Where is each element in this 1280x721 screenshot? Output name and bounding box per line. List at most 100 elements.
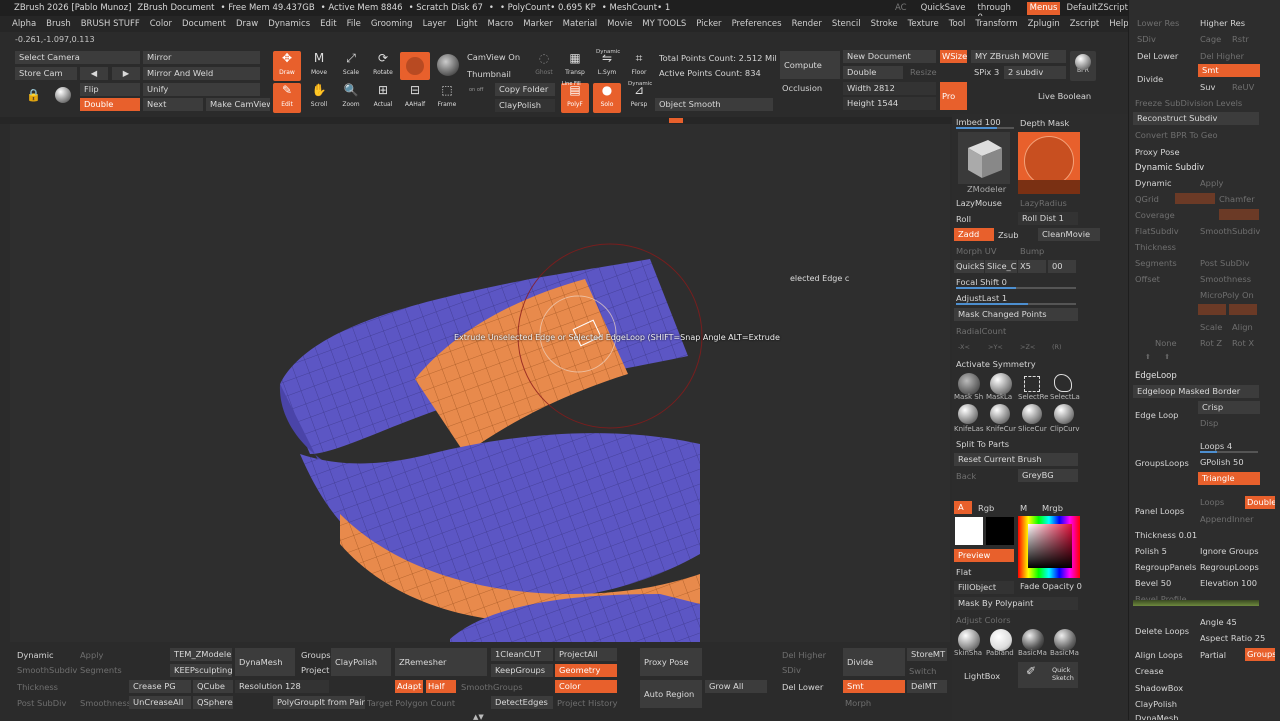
rot-z-button[interactable]: Rot Z bbox=[1200, 338, 1222, 348]
convert-bpr-button[interactable]: Convert BPR To Geo bbox=[1135, 130, 1218, 140]
mirror-and-weld-button[interactable]: Mirror And Weld bbox=[143, 67, 260, 80]
del-lower-button[interactable]: Del Lower bbox=[782, 682, 823, 692]
storemt-button[interactable]: StoreMT bbox=[907, 648, 947, 661]
auto-region-button[interactable]: Auto Region bbox=[640, 680, 702, 708]
mesh-render[interactable] bbox=[10, 124, 950, 642]
select-lasso-icon[interactable] bbox=[1054, 374, 1072, 392]
next-button[interactable]: Next bbox=[143, 98, 203, 111]
detectedges-button[interactable]: DetectEdges bbox=[491, 696, 553, 709]
secondary-color-swatch[interactable] bbox=[986, 517, 1014, 545]
post-subdiv-right-toggle[interactable]: Post SubDiv bbox=[1200, 258, 1249, 268]
sym-r-toggle[interactable]: (R) bbox=[1052, 343, 1062, 351]
brush-preview-icon[interactable] bbox=[400, 52, 430, 80]
move-button[interactable]: M Move bbox=[305, 51, 333, 81]
inner-toggle[interactable]: Inner bbox=[1232, 514, 1253, 524]
live-boolean-toggle[interactable]: Live Boolean bbox=[1038, 91, 1091, 101]
polygroupit-from-paint-button[interactable]: PolyGroupIt from Paint bbox=[273, 696, 365, 709]
default-zscript-button[interactable]: DefaultZScript bbox=[1066, 3, 1128, 13]
slice-curve-icon[interactable] bbox=[1022, 404, 1042, 424]
scale-button[interactable]: ⤢ Scale bbox=[337, 51, 365, 81]
menu-file[interactable]: File bbox=[347, 19, 361, 29]
next-cam-arrow-icon[interactable]: ▶ bbox=[112, 67, 140, 80]
shadowbox-section[interactable]: ShadowBox bbox=[1135, 683, 1183, 693]
floor-button[interactable]: ⌗ Floor bbox=[625, 51, 653, 81]
smt-right-toggle[interactable]: Smt bbox=[1198, 64, 1260, 77]
x5-button[interactable]: X5 bbox=[1018, 260, 1046, 273]
groupsloops-button[interactable]: GroupsLoops bbox=[1135, 458, 1189, 468]
divide-button[interactable]: Divide bbox=[843, 648, 905, 676]
camview-on-toggle[interactable]: CamView On bbox=[467, 52, 520, 62]
a-toggle[interactable]: A bbox=[954, 501, 972, 514]
mask-by-polypaint-button[interactable]: Mask By Polypaint bbox=[954, 597, 1078, 610]
menu-draw[interactable]: Draw bbox=[236, 19, 258, 29]
sym-x-toggle[interactable]: -X< bbox=[958, 343, 970, 351]
groups-toggle[interactable]: Groups bbox=[301, 650, 331, 660]
menu-macro[interactable]: Macro bbox=[487, 19, 513, 29]
thickness-slider[interactable]: Thickness bbox=[17, 682, 58, 692]
rgb-toggle[interactable]: Rgb bbox=[978, 503, 994, 513]
thickness-right-slider[interactable]: Thickness bbox=[1135, 242, 1176, 252]
del-lower-right-button[interactable]: Del Lower bbox=[1137, 51, 1178, 61]
zsub-button[interactable]: Zsub bbox=[998, 230, 1019, 240]
depth-mask-toggle[interactable]: Depth Mask bbox=[1020, 118, 1069, 128]
canvas-viewport[interactable]: Extrude Unselected Edge or Selected Edge… bbox=[10, 124, 950, 642]
aspect-ratio-slider[interactable]: Aspect Ratio 25 bbox=[1200, 633, 1265, 643]
zadd-button[interactable]: Zadd bbox=[954, 228, 994, 241]
select-rect-icon[interactable] bbox=[1024, 376, 1040, 392]
preview-button[interactable]: Preview bbox=[954, 549, 1014, 562]
lsym-button[interactable]: ⇋ L.Sym bbox=[593, 51, 621, 81]
menu-brush[interactable]: Brush bbox=[46, 19, 71, 29]
smt-toggle[interactable]: Smt bbox=[843, 680, 905, 693]
keepgroups-button[interactable]: KeepGroups bbox=[491, 664, 553, 677]
activate-symmetry-button[interactable]: Activate Symmetry bbox=[956, 359, 1036, 369]
uncreaseall-button[interactable]: UnCreaseAll bbox=[129, 696, 191, 709]
imbed-slider-track[interactable] bbox=[956, 127, 1014, 129]
bpr-button[interactable]: BPR bbox=[1070, 51, 1096, 81]
divide-right-button[interactable]: Divide bbox=[1137, 74, 1163, 84]
unify-button[interactable]: Unify bbox=[143, 83, 260, 96]
make-camview-button[interactable]: Make CamView bbox=[206, 98, 270, 111]
dynamic-right-toggle[interactable]: Dynamic bbox=[1135, 178, 1172, 188]
lazyradius-slider[interactable]: LazyRadius bbox=[1020, 198, 1067, 208]
prev-cam-arrow-icon[interactable]: ◀ bbox=[80, 67, 108, 80]
menu-material[interactable]: Material bbox=[563, 19, 598, 29]
aahalf-button[interactable]: ⊟ AAHalf bbox=[401, 83, 429, 113]
dynamic-subdiv-section[interactable]: Dynamic Subdiv bbox=[1135, 163, 1204, 173]
menu-picker[interactable]: Picker bbox=[696, 19, 721, 29]
geometry-toggle[interactable]: Geometry bbox=[555, 664, 617, 677]
color-picker[interactable] bbox=[1018, 516, 1080, 578]
smoothsubdiv-slider[interactable]: SmoothSubdiv bbox=[17, 665, 77, 675]
m-toggle[interactable]: M bbox=[1020, 503, 1027, 513]
smoothness-right-slider[interactable]: Smoothness bbox=[1200, 274, 1251, 284]
cleanmovie-button[interactable]: CleanMovie bbox=[1038, 228, 1100, 241]
menu-zplugin[interactable]: Zplugin bbox=[1028, 19, 1060, 29]
persp-button[interactable]: ⊿ Persp bbox=[625, 83, 653, 113]
frame-button[interactable]: ⬚ Frame bbox=[433, 83, 461, 113]
scroll-button[interactable]: ✋ Scroll bbox=[305, 83, 333, 113]
adjust-colors-button[interactable]: Adjust Colors bbox=[956, 615, 1011, 625]
micropoly-on-toggle[interactable]: MicroPoly On bbox=[1200, 290, 1254, 300]
del-higher-button[interactable]: Del Higher bbox=[782, 650, 826, 660]
micropoly-slot-2[interactable] bbox=[1229, 304, 1257, 315]
menu-render[interactable]: Render bbox=[792, 19, 822, 29]
edgeloop-masked-border-button[interactable]: Edgeloop Masked Border bbox=[1133, 385, 1259, 398]
menu-movie[interactable]: Movie bbox=[607, 19, 632, 29]
menu-my-tools[interactable]: MY TOOLS bbox=[642, 19, 686, 29]
menu-stencil[interactable]: Stencil bbox=[832, 19, 861, 29]
menu-document[interactable]: Document bbox=[182, 19, 226, 29]
smoothsubdiv-right-slider[interactable]: SmoothSubdiv bbox=[1200, 226, 1260, 236]
menu-edit[interactable]: Edit bbox=[320, 19, 336, 29]
loops-panel-slider[interactable]: Loops bbox=[1200, 497, 1224, 507]
partial-toggle[interactable]: Partial bbox=[1200, 650, 1226, 660]
target-polygon-count-slider[interactable]: Target Polygon Count bbox=[367, 698, 455, 708]
adapt-toggle[interactable]: Adapt bbox=[395, 680, 423, 693]
adjustlast-slider[interactable]: AdjustLast 1 bbox=[956, 293, 1007, 303]
double-button[interactable]: Double bbox=[80, 98, 140, 111]
menu-light[interactable]: Light bbox=[456, 19, 477, 29]
project-toggle[interactable]: Project bbox=[301, 665, 329, 675]
regrouploops-toggle[interactable]: RegroupLoops bbox=[1200, 562, 1259, 572]
zmodeler-brush-thumbnail[interactable] bbox=[958, 132, 1010, 184]
bevel-profile-graph[interactable] bbox=[1133, 600, 1259, 606]
sdiv-slider[interactable]: SDiv bbox=[782, 665, 801, 675]
proxy-pose-button[interactable]: Proxy Pose bbox=[640, 648, 702, 676]
